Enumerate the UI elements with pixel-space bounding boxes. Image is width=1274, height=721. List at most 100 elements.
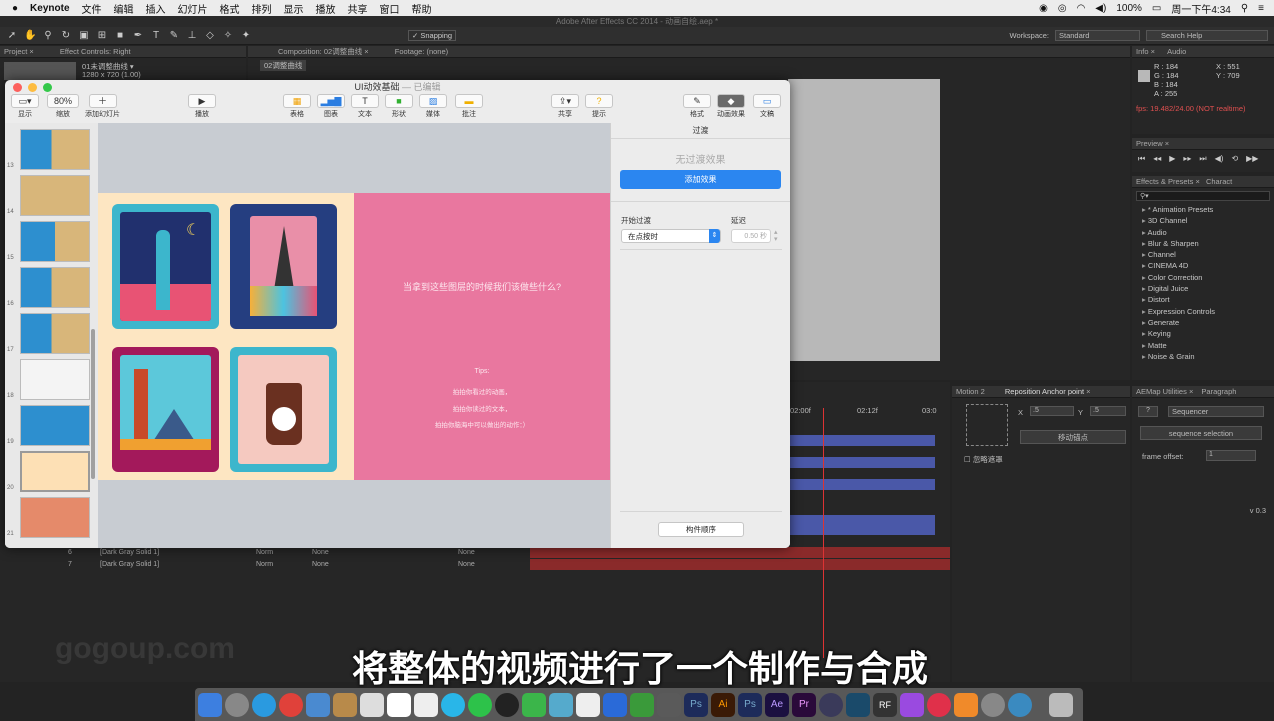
battery-icon[interactable]: ▭ [1152, 3, 1161, 14]
layer-row[interactable]: 7 [Dark Gray Solid 1] Norm None None [0, 559, 528, 570]
tab-character[interactable]: Charact [1206, 177, 1232, 186]
ignore-mask-checkbox[interactable]: ☐ 忽略遮罩 [964, 454, 1003, 465]
layer-bar-7[interactable] [530, 559, 950, 570]
slide-thumbnail-selected[interactable] [20, 451, 90, 492]
frame-offset-input[interactable]: 1 [1206, 450, 1256, 461]
record-icon[interactable]: ◉ [1039, 3, 1048, 14]
card-statue-of-liberty[interactable]: ☾ [112, 204, 219, 329]
layer-mode[interactable]: Norm [256, 559, 273, 570]
effect-category[interactable]: Blur & Sharpen [1132, 238, 1274, 249]
puppet-tool-icon[interactable]: ✦ [240, 30, 252, 42]
tab-footage[interactable]: Footage: (none) [395, 47, 448, 56]
play-button[interactable]: ▶ 播放 [188, 94, 216, 119]
launchpad-icon[interactable] [225, 692, 249, 717]
slide-thumbnail[interactable] [20, 221, 90, 262]
table-button[interactable]: ▦ 表格 [283, 94, 311, 119]
podium-icon[interactable] [657, 692, 681, 717]
slide-thumbnail[interactable] [20, 267, 90, 308]
chart-button[interactable]: ▂▅▇ 图表 [317, 94, 345, 119]
menu-edit[interactable]: 编辑 [114, 1, 134, 16]
tab-paragraph[interactable]: Paragraph [1201, 387, 1236, 396]
help-button[interactable]: ? [1138, 406, 1158, 417]
minimize-button[interactable] [28, 83, 37, 92]
photoshop-icon[interactable]: Ps [684, 692, 708, 717]
photoshop-2-icon[interactable]: Ps [738, 692, 762, 717]
slide-thumbnail[interactable] [20, 129, 90, 170]
after-effects-icon[interactable]: Ae [765, 692, 789, 717]
x-input[interactable]: .5 [1030, 406, 1074, 416]
effect-category[interactable]: CINEMA 4D [1132, 260, 1274, 271]
pen-tool-icon[interactable]: ✒ [132, 30, 144, 42]
slide-thumbnail[interactable] [20, 175, 90, 216]
brush-tool-icon[interactable]: ✎ [168, 30, 180, 42]
effect-category[interactable]: Generate [1132, 317, 1274, 328]
document-button[interactable]: ▭ 文稿 [753, 94, 781, 119]
tab-composition[interactable]: Composition: 02调整曲线 [278, 47, 362, 56]
comment-button[interactable]: ▬ 批注 [455, 94, 483, 119]
roto-tool-icon[interactable]: ✧ [222, 30, 234, 42]
effect-category[interactable]: Distort [1132, 294, 1274, 305]
card-big-ben[interactable] [112, 347, 219, 472]
tab-info[interactable]: Info [1136, 47, 1149, 56]
status-icon[interactable]: ◎ [1058, 3, 1067, 14]
rf-app-icon[interactable]: RF [873, 692, 897, 717]
add-effect-button[interactable]: 添加效果 [620, 170, 781, 189]
current-slide[interactable]: ☾ 当拿到这些图层的时候我们该做些什么? Tips: 拍拍你看过的动画， 拍拍你… [98, 193, 610, 480]
tab-aemap[interactable]: AEMap Utilities [1136, 387, 1187, 396]
spotlight-icon[interactable]: ⚲ [1241, 3, 1248, 14]
rotate-tool-icon[interactable]: ↻ [60, 30, 72, 42]
volume-icon[interactable]: ◀) [1095, 3, 1106, 14]
play-icon[interactable]: ▶ [1169, 154, 1175, 164]
system-preferences-icon[interactable] [981, 692, 1005, 717]
menu-format[interactable]: 格式 [220, 1, 240, 16]
ram-preview-icon[interactable]: ▶▶ [1246, 154, 1258, 164]
clone-tool-icon[interactable]: ⊥ [186, 30, 198, 42]
add-slide-button[interactable]: ＋ 添加幻灯片 [85, 94, 120, 119]
menu-insert[interactable]: 插入 [146, 1, 166, 16]
build-order-button[interactable]: 构件顺序 [658, 522, 744, 537]
ibooks-icon[interactable] [954, 692, 978, 717]
apple-menu-icon[interactable]: ● [12, 3, 18, 14]
next-frame-icon[interactable]: ▸▸ [1183, 154, 1191, 164]
workspace-select[interactable]: Standard [1055, 30, 1140, 41]
premiere-icon[interactable]: Pr [792, 692, 816, 717]
menu-help[interactable]: 帮助 [412, 1, 432, 16]
snapping-checkbox[interactable]: ✓ Snapping [408, 30, 457, 41]
effect-category[interactable]: Digital Juice [1132, 283, 1274, 294]
chrome-icon[interactable] [279, 692, 303, 717]
animate-button[interactable]: ◆ 动画效果 [717, 94, 745, 119]
menu-share[interactable]: 共享 [348, 1, 368, 16]
tab-effect-controls[interactable]: Effect Controls: Right [60, 47, 131, 56]
sequence-selection-button[interactable]: sequence selection [1140, 426, 1262, 440]
effects-search-input[interactable]: ⚲▾ [1136, 191, 1270, 201]
selection-tool-icon[interactable]: ➚ [6, 30, 18, 42]
sequencer-select[interactable]: Sequencer [1168, 406, 1264, 417]
effect-category[interactable]: Noise & Grain [1132, 351, 1274, 362]
zoom-select[interactable]: 80% 缩放 [47, 94, 79, 119]
search-help-input[interactable]: Search Help [1146, 30, 1268, 41]
itunes-icon[interactable] [927, 692, 951, 717]
layer-bar[interactable] [785, 515, 935, 535]
layer-trkmat[interactable]: None [312, 559, 329, 570]
qq-icon[interactable] [495, 692, 519, 717]
first-frame-icon[interactable]: ⏮ [1138, 154, 1145, 164]
effect-category[interactable]: 3D Channel [1132, 215, 1274, 226]
delay-input[interactable]: 0.50 秒 [731, 229, 771, 243]
layer-bar[interactable] [785, 457, 935, 468]
menu-app-name[interactable]: Keynote [30, 3, 69, 14]
layer-bar-6[interactable] [530, 547, 950, 558]
preview-app-icon[interactable] [306, 692, 330, 717]
media-button[interactable]: ▨ 媒体 [419, 94, 447, 119]
audio-icon[interactable]: ◀) [1215, 154, 1224, 164]
menu-play[interactable]: 播放 [316, 1, 336, 16]
menu-arrange[interactable]: 排列 [252, 1, 272, 16]
keynote-app-icon[interactable] [603, 692, 627, 717]
effect-category[interactable]: Keying [1132, 328, 1274, 339]
notification-icon[interactable]: ≡ [1258, 3, 1264, 14]
textedit-icon[interactable] [360, 692, 384, 717]
prev-frame-icon[interactable]: ◂◂ [1153, 154, 1161, 164]
move-anchor-button[interactable]: 移动锚点 [1020, 430, 1126, 444]
trash-icon[interactable] [1049, 692, 1073, 717]
zoom-button[interactable] [43, 83, 52, 92]
layer-bar[interactable] [785, 435, 935, 446]
